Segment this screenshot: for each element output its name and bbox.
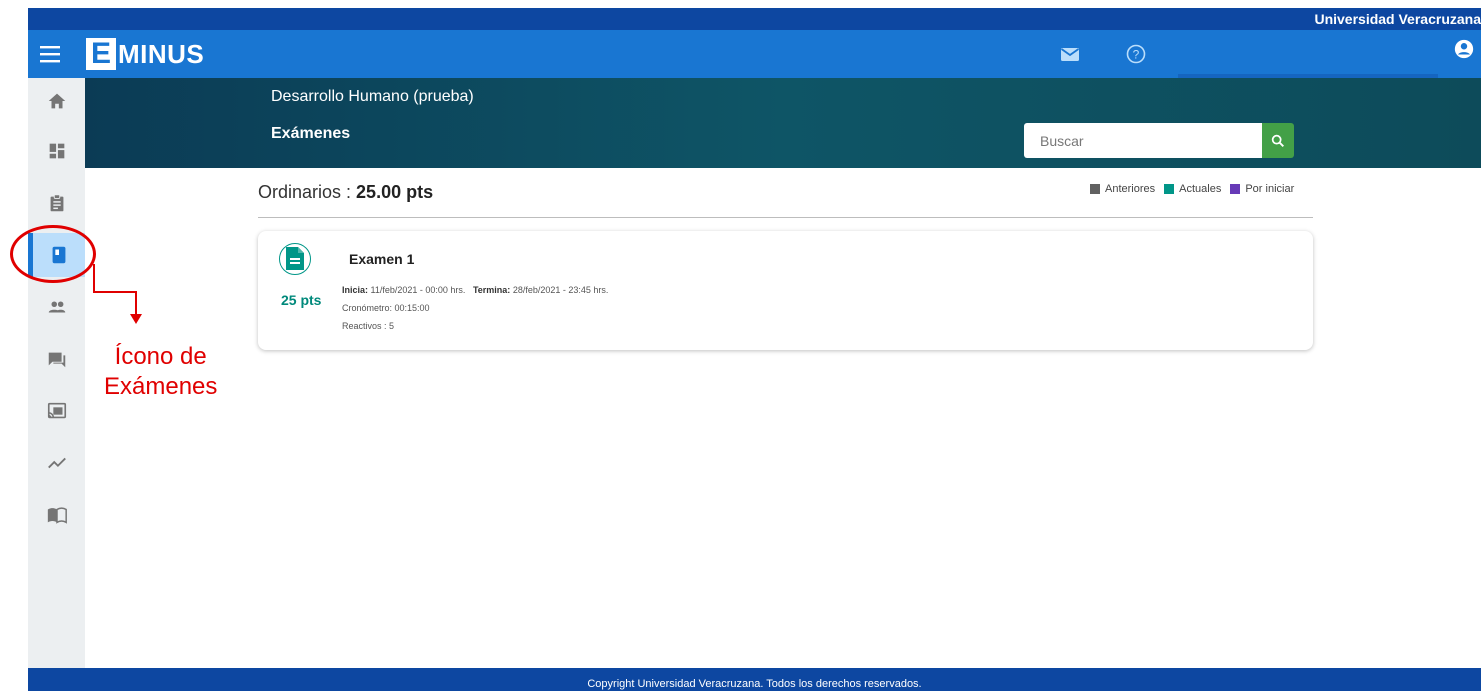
footer: Copyright Universidad Veracruzana. Todos… [28, 668, 1481, 691]
legend-label: Por iniciar [1245, 183, 1295, 195]
open-book-icon [47, 507, 67, 524]
exam-points: 25 pts [281, 292, 322, 308]
divider [258, 217, 1313, 218]
exam-card[interactable]: 25 pts Examen 1 Inicia: 11/feb/2021 - 00… [258, 231, 1313, 350]
legend-item-por-iniciar: Por iniciar [1230, 183, 1294, 195]
course-banner: Desarrollo Humano (prueba) Exámenes [85, 78, 1481, 168]
legend-swatch [1164, 184, 1175, 194]
annotation-arrow [93, 264, 142, 324]
svg-text:?: ? [1133, 48, 1140, 62]
exam-start-value: 11/feb/2021 - 00:00 hrs. [370, 285, 466, 295]
university-bar: Universidad Veracruzana [28, 8, 1481, 30]
app-header: E MINUS ? [28, 30, 1481, 78]
copyright-text: Copyright Universidad Veracruzana. Todos… [587, 678, 922, 690]
course-name: Desarrollo Humano (prueba) [271, 88, 474, 105]
sidebar-item-progress[interactable] [28, 441, 85, 485]
legend-swatch [1230, 184, 1241, 194]
search-input[interactable] [1024, 123, 1262, 158]
help-icon[interactable]: ? [1124, 42, 1148, 66]
sidebar-item-resources[interactable] [28, 493, 85, 537]
legend-item-anteriores: Anteriores [1090, 183, 1155, 195]
legend-label: Actuales [1179, 183, 1222, 195]
ordinarios-label: Ordinarios : [258, 182, 357, 202]
search-icon [1271, 134, 1284, 147]
legend-item-actuales: Actuales [1164, 183, 1221, 195]
cast-icon [47, 402, 66, 419]
page-title: Exámenes [271, 125, 351, 142]
legend-label: Anteriores [1105, 183, 1156, 195]
exam-end-label: Termina: [472, 285, 511, 295]
exam-badge [279, 243, 311, 275]
trending-icon [47, 457, 66, 469]
user-icon[interactable] [1453, 38, 1477, 62]
forum-icon [48, 352, 65, 368]
search-button[interactable] [1262, 123, 1294, 158]
exam-timer: Cronómetro: 00:15:00 [342, 303, 430, 313]
mail-icon[interactable] [1058, 42, 1082, 66]
annotation-line-1: Ícono de [114, 343, 207, 370]
exam-items: Reactivos : 5 [342, 321, 395, 331]
annotation-line-2: Exámenes [104, 373, 218, 400]
exam-start-label: Inicia: [342, 285, 369, 295]
legend-swatch [1090, 184, 1100, 194]
annotation-label: Ícono de Exámenes [104, 342, 217, 402]
sidebar-item-videoconference[interactable] [28, 389, 85, 433]
exam-document-icon [286, 247, 304, 270]
exam-dates: Inicia: 11/feb/2021 - 00:00 hrs. Termina… [342, 285, 608, 295]
exam-end-value: 28/feb/2021 - 23:45 hrs. [512, 285, 609, 295]
university-name[interactable]: Universidad Veracruzana [1314, 11, 1481, 27]
page: Universidad Veracruzana E MINUS ? Desarr… [0, 0, 1481, 691]
exam-title[interactable]: Examen 1 [349, 251, 414, 267]
ordinarios-value: 25.00 pts [356, 182, 434, 202]
status-legend: Anteriores Actuales Por iniciar [1090, 183, 1303, 195]
ordinarios-summary: Ordinarios : 25.00 pts [258, 182, 433, 203]
sidebar-item-forums[interactable] [28, 337, 85, 381]
